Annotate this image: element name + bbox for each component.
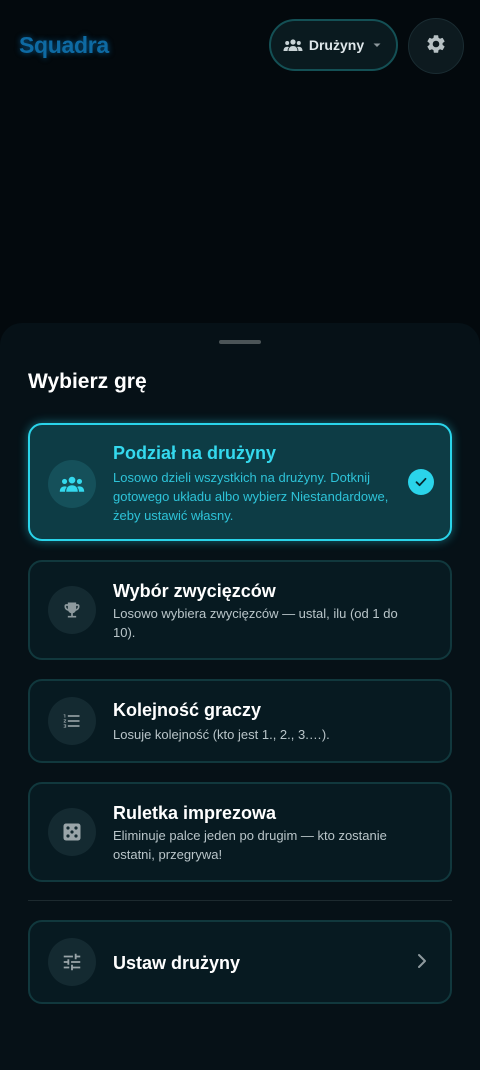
game-card-description: Eliminuje palce jeden po drugim — kto zo…: [113, 828, 387, 862]
app-root: Squadra Drużyny Wybierz grę Podział na d…: [0, 0, 480, 1070]
divider: [28, 900, 452, 901]
game-card-description: Losowo dzieli wszystkich na drużyny. Dot…: [113, 470, 389, 523]
game-card-title: Kolejność graczy: [113, 700, 262, 720]
numbered-list-icon: [48, 697, 96, 745]
setup-teams-label: Ustaw drużyny: [113, 953, 241, 973]
mode-dropdown-label: Drużyny: [308, 37, 365, 53]
game-card-winners[interactable]: Wybór zwycięzców Losowo wybiera zwycięzc…: [28, 560, 452, 660]
gear-icon: [425, 33, 447, 60]
groups-icon: [283, 38, 303, 52]
game-card-description: Losuje kolejność (kto jest 1., 2., 3.…).: [113, 727, 330, 742]
sheet-drag-handle[interactable]: [219, 340, 261, 344]
top-bar: Squadra Drużyny: [0, 18, 480, 74]
game-card-title: Wybór zwycięzców: [113, 581, 276, 601]
sheet-title: Wybierz grę: [28, 370, 147, 393]
game-card-teams[interactable]: Podział na drużyny Losowo dzieli wszystk…: [28, 423, 452, 541]
app-logo: Squadra: [19, 32, 109, 58]
chevron-right-icon: [416, 952, 428, 975]
groups-icon: [48, 460, 96, 508]
setup-teams-button[interactable]: Ustaw drużyny: [28, 920, 452, 1004]
check-icon: [408, 469, 434, 495]
game-card-party-roulette[interactable]: Ruletka imprezowa Eliminuje palce jeden …: [28, 782, 452, 882]
mode-dropdown-button[interactable]: Drużyny: [269, 19, 398, 71]
tune-icon: [48, 938, 96, 986]
trophy-icon: [48, 586, 96, 634]
game-card-player-order[interactable]: Kolejność graczy Losuje kolejność (kto j…: [28, 679, 452, 763]
game-picker-sheet: Wybierz grę Podział na drużyny Losowo dz…: [0, 323, 480, 1070]
settings-button[interactable]: [408, 18, 464, 74]
game-card-title: Podział na drużyny: [113, 443, 277, 463]
game-card-title: Ruletka imprezowa: [113, 803, 277, 823]
dice-icon: [48, 808, 96, 856]
game-card-description: Losowo wybiera zwycięzców — ustal, ilu (…: [113, 606, 398, 640]
caret-down-icon: [370, 38, 384, 52]
